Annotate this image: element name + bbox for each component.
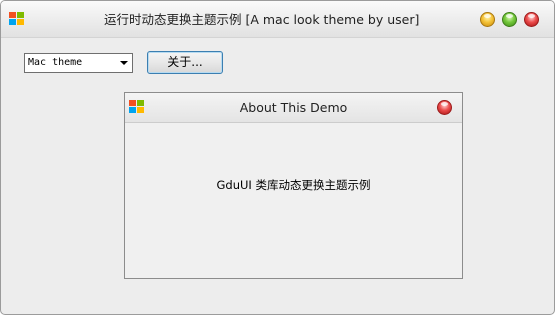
dialog-title: About This Demo (239, 100, 348, 115)
maximize-icon[interactable] (502, 12, 517, 27)
main-window: 运行时动态更换主题示例 [A mac look theme by user] M… (0, 0, 555, 315)
theme-select[interactable]: Mac theme (24, 53, 133, 73)
windows-logo-icon (9, 11, 25, 27)
about-button[interactable]: 关于... (147, 51, 223, 74)
dialog-message: GduUI 类库动态更换主题示例 (216, 178, 371, 192)
close-icon[interactable] (437, 100, 452, 115)
about-dialog: About This Demo GduUI 类库动态更换主题示例 (124, 92, 463, 279)
minimize-icon[interactable] (480, 12, 495, 27)
chevron-down-icon[interactable] (120, 61, 128, 65)
title-bar[interactable]: 运行时动态更换主题示例 [A mac look theme by user] (1, 1, 554, 38)
theme-select-value: Mac theme (28, 57, 83, 68)
dialog-title-bar[interactable]: About This Demo (125, 93, 462, 123)
window-title: 运行时动态更换主题示例 [A mac look theme by user] (104, 12, 420, 27)
close-icon[interactable] (524, 12, 539, 27)
